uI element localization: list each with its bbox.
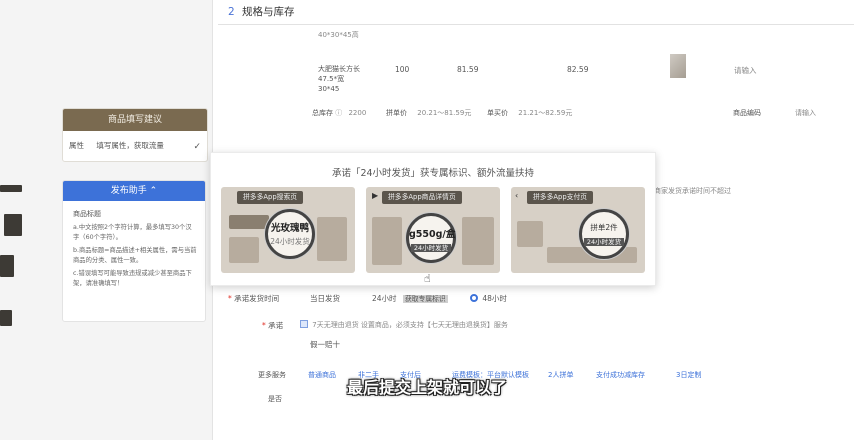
magnified-title: 光玫瑰鸭	[270, 223, 309, 234]
option-48h-label: 48小时	[482, 294, 507, 303]
help-icon[interactable]: ⓘ	[335, 109, 342, 117]
example-screenshot-detail: ▶ 拼多多App商品详情页 g550g/盒 24小时发货	[366, 187, 500, 273]
tip-card-row[interactable]: 属性 填写属性，获取流量 ✓	[63, 131, 207, 152]
group-price-input[interactable]: 81.59	[457, 65, 478, 74]
publish-assistant-button[interactable]: 发布助手 ⌃	[63, 181, 205, 201]
option-24h[interactable]: 24小时 获取专属标识	[372, 293, 448, 304]
sku-image-thumbnail[interactable]	[670, 54, 686, 78]
tip-card: 商品填写建议 属性 填写属性，获取流量 ✓	[62, 108, 208, 162]
magnified-badge: 24小时发货	[410, 244, 452, 252]
section-number: 2	[228, 6, 235, 18]
product-code-input[interactable]: 请输入	[795, 108, 816, 118]
assistant-tip: a.中文按照2个字符计算，最多填写30个汉字（60个字符）。	[73, 224, 192, 241]
total-stock-label: 总库存	[312, 109, 333, 117]
check-icon: ✓	[193, 142, 201, 152]
example-screenshot-search: 拼多多App搜索页 光玫瑰鸭 24小时发货	[221, 187, 355, 273]
magnified-badge: 24小时发货	[270, 237, 310, 246]
shipping-time-label: * 承诺发货时间	[228, 293, 279, 304]
magnifier-highlight: 拼单2件 24小时发货	[579, 209, 629, 259]
screenshot-content	[229, 215, 269, 229]
spec-line: 大肥猫长方长	[318, 65, 360, 73]
shipping-promise-popup: 承诺「24小时发货」获专属标识、额外流量扶持 拼多多App搜索页 光玫瑰鸭 24…	[210, 152, 656, 286]
group-price-range: 拼单价 20.21～81.59元	[386, 108, 471, 118]
radio-selected-icon	[470, 294, 478, 302]
single-price-label: 单买价	[487, 109, 508, 117]
promise-label-text: 承诺	[268, 321, 284, 330]
mouse-cursor-icon: ☝	[424, 272, 431, 285]
example-screenshot-payment: ‹ 拼多多App支付页 拼单2件 24小时发货	[511, 187, 645, 273]
publish-assistant-panel: 发布助手 ⌃ 商品标题 a.中文按照2个字符计算，最多填写30个汉字（60个字符…	[62, 180, 206, 322]
seven-day-return-text: 7天无理由退货 设置商品，必须支持【七天无理由退换货】服务	[312, 321, 508, 329]
spec-cell: 大肥猫长方长 47.5*宽 30*45	[318, 64, 360, 94]
option-24h-label: 24小时	[372, 294, 397, 303]
section-title: 2 规格与库存	[228, 4, 295, 19]
screenshot-content	[317, 217, 347, 261]
required-marker: *	[262, 321, 266, 330]
product-code-label: 商品编码	[733, 109, 761, 117]
tip-row-label: 属性	[69, 141, 84, 150]
back-arrow-icon: ‹	[515, 191, 519, 200]
video-subtitle: 最后提交上架就可以了	[346, 378, 507, 397]
screenshot-label: 拼多多App商品详情页	[382, 191, 462, 204]
assistant-tip: b.商品标题=商品描述+相关属性，需与当前商品的分类、属性一致。	[73, 247, 197, 264]
magnified-badge: 24小时发货	[583, 238, 625, 246]
magnified-title: g550g/盒	[409, 229, 456, 240]
checkbox-icon[interactable]	[300, 320, 308, 328]
backdrop-decoration	[0, 255, 14, 277]
assistant-heading: 商品标题	[73, 210, 101, 218]
screenshot-label: 拼多多App搜索页	[237, 191, 304, 204]
assistant-tip: c.错误填写可能导致违规或减少甚至商品下架，请准确填写！	[73, 270, 192, 287]
shipping-time-label-text: 承诺发货时间	[234, 294, 280, 303]
group-price-label: 拼单价	[386, 109, 407, 117]
screenshot-content	[372, 217, 402, 265]
header-divider	[218, 24, 854, 25]
magnifier-highlight: 光玫瑰鸭 24小时发货	[265, 209, 315, 259]
spec-line: 30*45	[318, 85, 340, 93]
spec-cell: 40*30*45高	[318, 31, 359, 39]
sku-code-input[interactable]: 请输入	[734, 65, 757, 76]
option-48h[interactable]: 48小时	[470, 293, 507, 304]
promise-label: * 承诺	[262, 320, 283, 331]
magnifier-highlight: g550g/盒 24小时发货	[406, 213, 456, 263]
total-stock: 总库存 ⓘ 2200	[312, 108, 366, 118]
popup-title: 承诺「24小时发货」获专属标识、额外流量扶持	[331, 168, 535, 179]
screenshot-content	[517, 221, 543, 247]
play-icon: ▶	[372, 191, 379, 200]
spec-line: 47.5*宽	[318, 75, 345, 83]
stock-input[interactable]: 100	[395, 65, 409, 74]
exclusive-badge: 获取专属标识	[402, 295, 448, 303]
magnified-title: 拼单2件	[590, 223, 618, 232]
single-price-range: 单买价 21.21～82.59元	[487, 108, 572, 118]
single-price-range-value: 21.21～82.59元	[518, 109, 573, 117]
required-marker: *	[228, 294, 232, 303]
tip-card-header: 商品填写建议	[63, 109, 207, 131]
fake-one-pay-ten[interactable]: 假一赔十	[310, 339, 340, 350]
tip-row-value: 填写属性，获取流量	[96, 141, 164, 150]
section-title-text: 规格与库存	[242, 6, 295, 18]
screenshot-content	[229, 237, 259, 263]
backdrop-decoration	[0, 310, 12, 326]
screenshot-label: 拼多多App支付页	[527, 191, 594, 204]
backdrop-decoration	[4, 214, 22, 236]
total-stock-value: 2200	[348, 109, 367, 117]
backdrop-decoration	[0, 185, 22, 192]
assistant-body: 商品标题 a.中文按照2个字符计算，最多填写30个汉字（60个字符）。 b.商品…	[63, 201, 205, 289]
screenshot-content	[462, 217, 494, 265]
shipping-note: 商家发货承诺时间不超过	[654, 187, 731, 195]
group-price-range-value: 20.21～81.59元	[417, 109, 472, 117]
seven-day-return-option[interactable]: 7天无理由退货 设置商品，必须支持【七天无理由退换货】服务	[300, 320, 508, 330]
option-same-day[interactable]: 当日发货	[310, 293, 340, 304]
single-price-input[interactable]: 82.59	[567, 65, 588, 74]
